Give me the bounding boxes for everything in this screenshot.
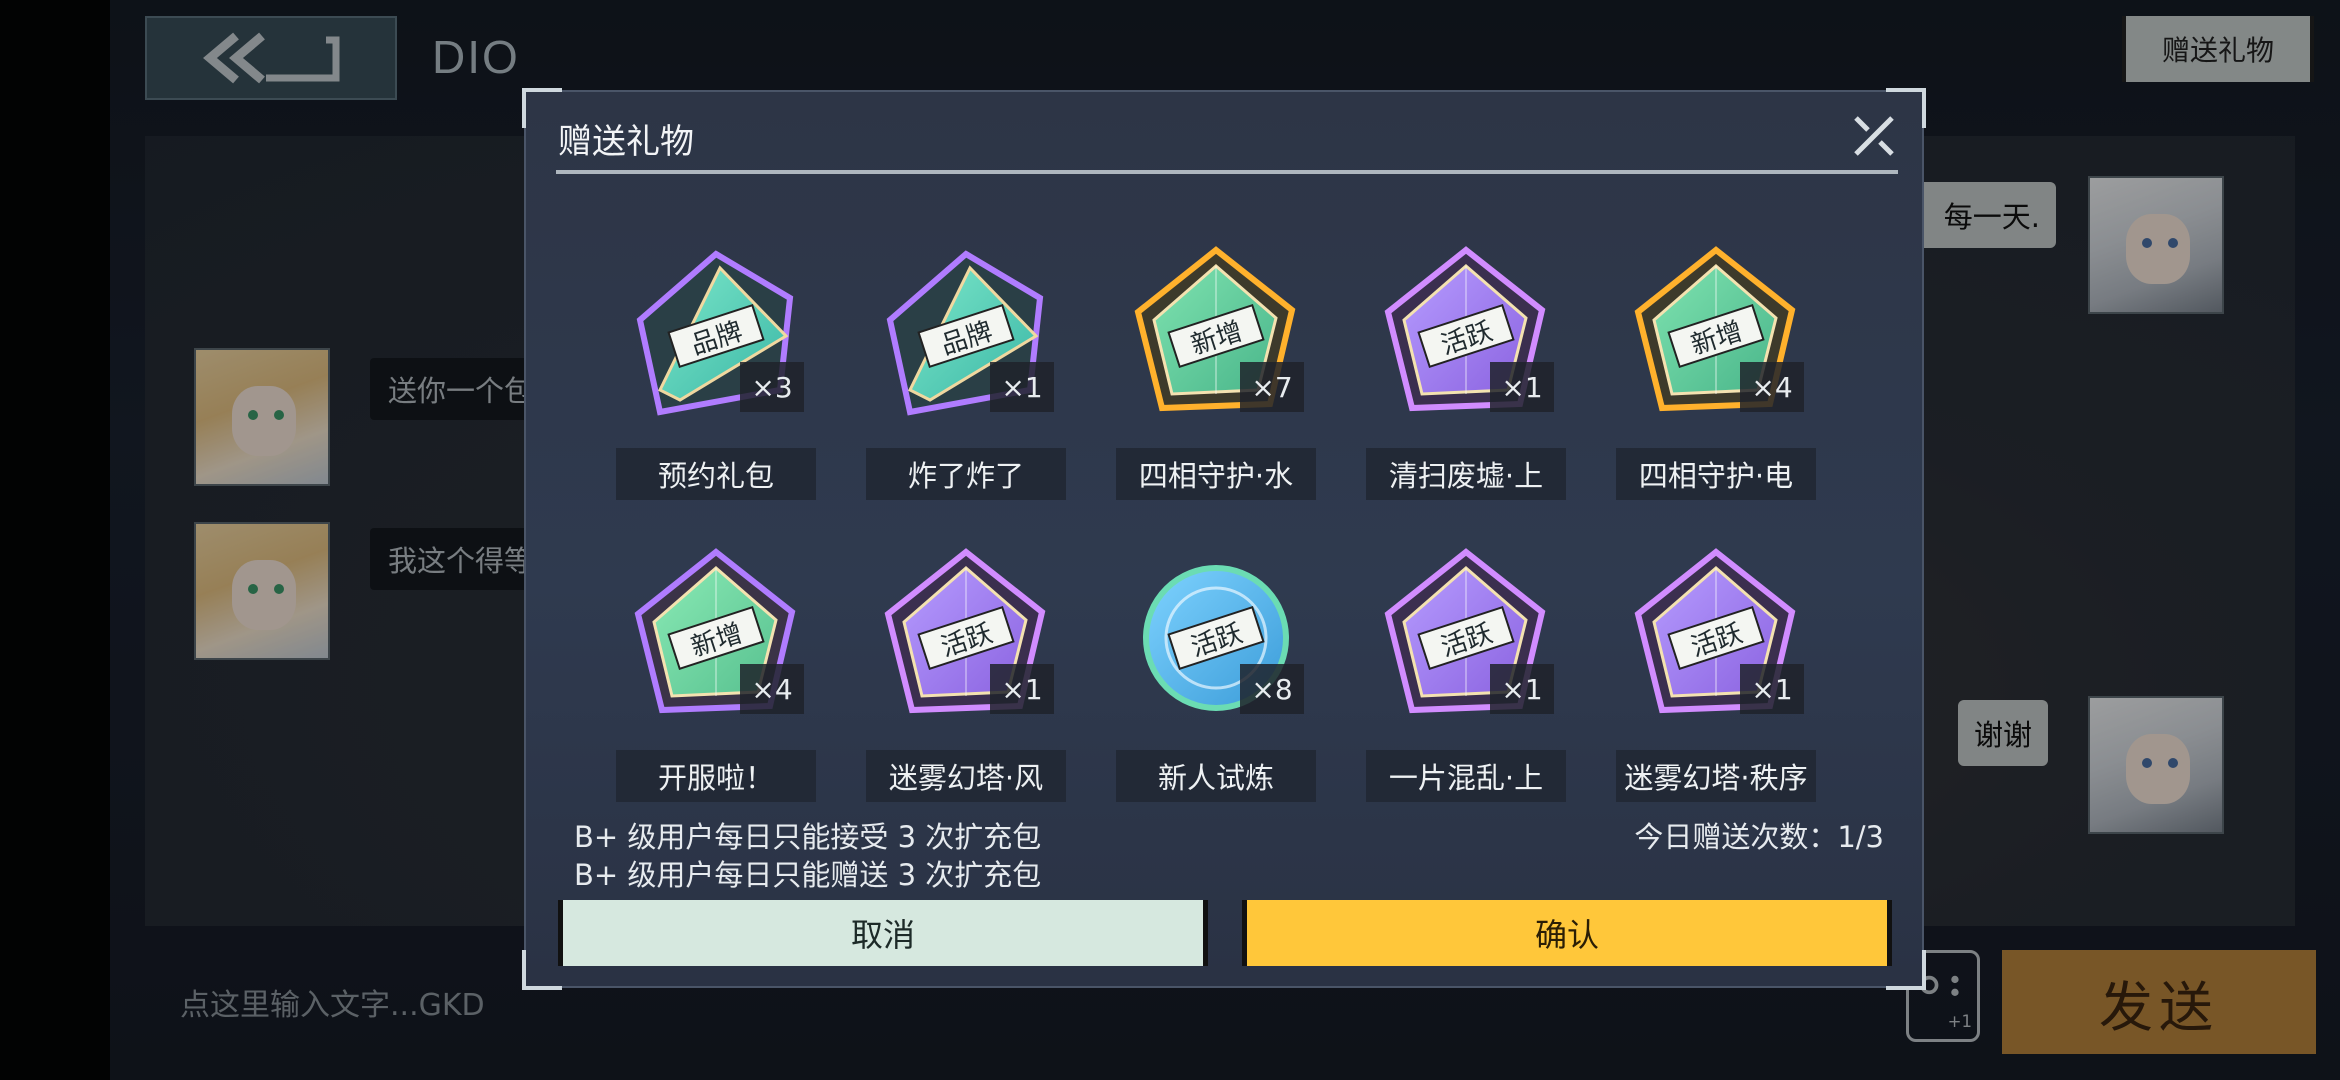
gift-quantity: ×1	[990, 362, 1054, 412]
gift-quantity: ×4	[740, 664, 804, 714]
gift-item[interactable]: 活跃 ×1 迷雾幻塔·风	[866, 542, 1066, 802]
gift-quantity: ×1	[1740, 664, 1804, 714]
rule-note: B+ 级用户每日只能赠送 3 次扩充包	[574, 858, 1042, 892]
gift-quantity: ×3	[740, 362, 804, 412]
gift-quantity: ×1	[990, 664, 1054, 714]
gift-item[interactable]: 活跃 ×1 迷雾幻塔·秩序	[1616, 542, 1816, 802]
gift-name: 迷雾幻塔·风	[866, 750, 1066, 802]
gift-item[interactable]: 活跃 ×1 一片混乱·上	[1366, 542, 1566, 802]
title-divider	[556, 170, 1898, 174]
gift-name: 炸了炸了	[866, 448, 1066, 500]
gift-quantity: ×8	[1240, 664, 1304, 714]
rule-note: B+ 级用户每日只能接受 3 次扩充包	[574, 820, 1042, 854]
gift-quantity: ×7	[1240, 362, 1304, 412]
gift-name: 新人试炼	[1116, 750, 1316, 802]
gift-item[interactable]: 新增 ×7 四相守护·水	[1116, 240, 1316, 500]
gift-item[interactable]: 新增 ×4 四相守护·电	[1616, 240, 1816, 500]
gift-name: 迷雾幻塔·秩序	[1616, 750, 1816, 802]
gift-name: 清扫废墟·上	[1366, 448, 1566, 500]
cancel-button[interactable]: 取消	[558, 900, 1208, 966]
gift-item[interactable]: 新增 ×4 开服啦！	[616, 542, 816, 802]
daily-gift-count: 今日赠送次数：1/3	[1634, 820, 1884, 854]
gift-item[interactable]: 活跃 ×1 清扫废墟·上	[1366, 240, 1566, 500]
gift-quantity: ×1	[1490, 664, 1554, 714]
gift-item[interactable]: 品牌 ×3 预约礼包	[616, 240, 816, 500]
gift-quantity: ×4	[1740, 362, 1804, 412]
gift-item[interactable]: 品牌 ×1 炸了炸了	[866, 240, 1066, 500]
close-icon[interactable]	[1846, 108, 1902, 164]
dialog-title: 赠送礼物	[558, 122, 694, 162]
gift-name: 开服啦！	[616, 750, 816, 802]
gift-name: 四相守护·水	[1116, 448, 1316, 500]
gift-name: 预约礼包	[616, 448, 816, 500]
gift-dialog: 赠送礼物 品牌 ×3 预约礼包 品牌 ×1 炸了炸了 新增 ×7 四相守护·水 …	[522, 88, 1926, 990]
gift-name: 一片混乱·上	[1366, 750, 1566, 802]
gift-name: 四相守护·电	[1616, 448, 1816, 500]
gift-quantity: ×1	[1490, 362, 1554, 412]
confirm-button[interactable]: 确认	[1242, 900, 1892, 966]
gift-item[interactable]: 活跃 ×8 新人试炼	[1116, 542, 1316, 802]
